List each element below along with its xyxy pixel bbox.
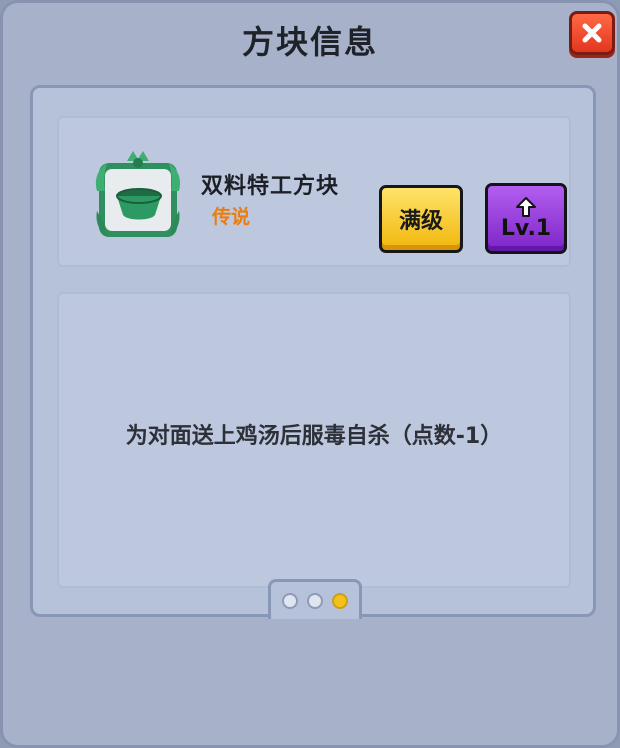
green-bowl-icon [116, 188, 162, 220]
description-text: 为对面送上鸡汤后服毒自杀（点数-1） [125, 424, 503, 449]
description-card: 为对面送上鸡汤后服毒自杀（点数-1） [57, 292, 571, 588]
dialog-title: 方块信息 [241, 23, 378, 61]
block-info-dialog: 方块信息 双料特工方块 传说 满级 Lv.1 为对面送上鸡汤后服毒自杀（点数-1… [0, 0, 620, 748]
item-rarity: 传说 [212, 206, 251, 228]
page-indicator [268, 579, 362, 619]
close-icon [582, 23, 602, 43]
page-dot-2[interactable] [307, 592, 323, 609]
close-button[interactable] [569, 11, 615, 55]
level-label: Lv.1 [500, 215, 552, 241]
page-dot-3-active[interactable] [332, 592, 348, 609]
max-level-label: 满级 [398, 209, 443, 234]
item-header-card: 双料特工方块 传说 满级 Lv.1 [57, 116, 571, 267]
item-name: 双料特工方块 [201, 174, 340, 199]
item-icon-frame[interactable] [93, 151, 183, 241]
page-dot-1[interactable] [282, 592, 298, 609]
up-arrow-icon [515, 196, 537, 217]
level-up-button[interactable]: Lv.1 [485, 183, 567, 254]
max-level-button[interactable]: 满级 [379, 185, 463, 253]
content-panel: 双料特工方块 传说 满级 Lv.1 为对面送上鸡汤后服毒自杀（点数-1） [30, 85, 596, 619]
